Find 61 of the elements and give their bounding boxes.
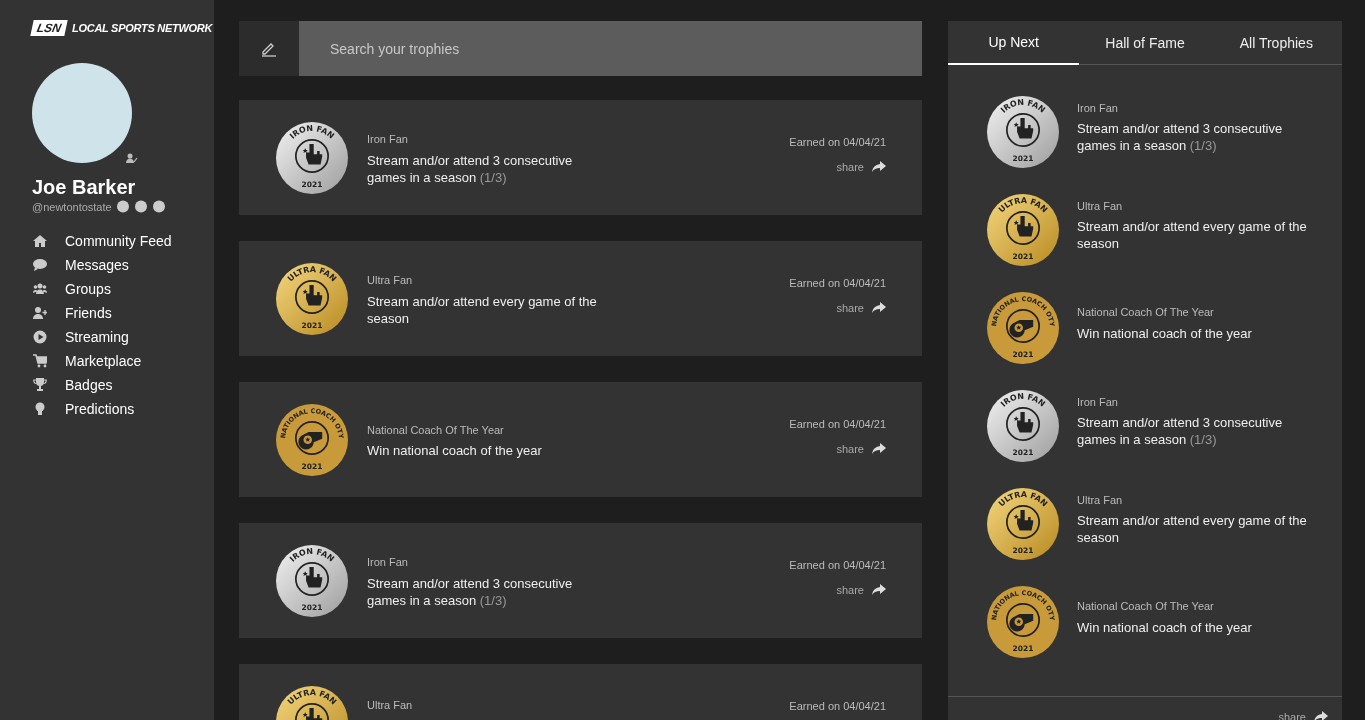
- share-icon[interactable]: [1314, 711, 1328, 720]
- play-icon: [32, 330, 47, 344]
- nav-item[interactable]: Messages: [32, 253, 214, 277]
- tab[interactable]: Up Next: [948, 21, 1080, 65]
- edit-button[interactable]: [239, 21, 299, 76]
- earned-date: Earned on 04/04/21: [789, 276, 886, 291]
- add-user-icon: [32, 306, 47, 320]
- status-dots-icon: [116, 200, 165, 214]
- home-icon: [32, 234, 47, 248]
- people-icon: [32, 282, 47, 296]
- trophy-title: Ultra Fan: [367, 698, 414, 713]
- trophy-description: Win national coach of the year: [1077, 324, 1253, 342]
- trophy-title: National Coach Of The Year: [367, 422, 505, 438]
- user-edit-icon: [126, 152, 138, 163]
- trophy-title: Ultra Fan: [367, 273, 414, 289]
- tab[interactable]: Hall of Fame: [1079, 21, 1211, 65]
- nav-item[interactable]: Badges: [32, 373, 214, 397]
- share-link[interactable]: share: [836, 299, 864, 316]
- profile-name: Joe Barker: [32, 174, 137, 199]
- trophy-title: Ultra Fan: [1077, 492, 1124, 508]
- trophy-description: Stream and/or attend 3 consecutive games in a season (1/3): [367, 574, 574, 609]
- share-link[interactable]: share: [836, 581, 864, 598]
- trophy-description: Stream and/or attend every game of the season: [1077, 218, 1307, 253]
- share-icon[interactable]: [872, 583, 886, 596]
- earned-date: Earned on 04/04/21: [789, 417, 886, 432]
- earned-date: Earned on 04/04/21: [789, 135, 886, 150]
- trophy-description: Stream and/or attend 3 consecutive games in a season (1/3): [1077, 120, 1284, 155]
- trophy-title: Iron Fan: [1077, 394, 1119, 410]
- nav-item[interactable]: Community Feed: [32, 229, 214, 253]
- trophy-title: Iron Fan: [367, 555, 409, 571]
- nav-item[interactable]: Predictions: [32, 397, 214, 421]
- share-icon[interactable]: [872, 160, 886, 173]
- share-icon[interactable]: [872, 301, 886, 314]
- trophy-title: Iron Fan: [1077, 100, 1119, 116]
- trophy-title: Iron Fan: [367, 132, 409, 148]
- trophy-title: National Coach Of The Year: [1077, 305, 1215, 321]
- nav-item[interactable]: Groups: [32, 277, 214, 301]
- logo-text: LOCAL SPORTS NETWORK: [72, 21, 213, 36]
- trophy-icon: [32, 378, 47, 392]
- trophy-description: Stream and/or attend every game of the season: [367, 292, 598, 327]
- share-icon[interactable]: [872, 442, 886, 455]
- nav-item[interactable]: Marketplace: [32, 349, 214, 373]
- tab[interactable]: All Trophies: [1210, 21, 1342, 65]
- nav-item[interactable]: Streaming: [32, 325, 214, 349]
- share-link[interactable]: share: [836, 158, 864, 175]
- trophy-title: National Coach Of The Year: [1077, 599, 1215, 615]
- trophy-title: Ultra Fan: [1077, 198, 1124, 214]
- logo-mark: LSN: [30, 20, 68, 37]
- chat-bubble-icon: [32, 258, 47, 272]
- nav-item[interactable]: Friends: [32, 301, 214, 325]
- earned-date: Earned on 04/04/21: [789, 558, 886, 573]
- trophy-description: Stream and/or attend every game of the season: [1077, 512, 1307, 547]
- search-field[interactable]: Search your trophies: [299, 21, 922, 76]
- earned-date: Earned on 04/04/21: [789, 699, 886, 714]
- trophy-description: Stream and/or attend 3 consecutive games in a season (1/3): [1077, 414, 1284, 449]
- trophy-description: Win national coach of the year: [1077, 618, 1253, 636]
- profile-handle: @newtontostate: [32, 199, 112, 215]
- cart-icon: [32, 354, 47, 368]
- share-link[interactable]: share: [836, 440, 864, 457]
- trophy-description: Stream and/or attend 3 consecutive games in a season (1/3): [367, 151, 574, 186]
- trophy-description: Win national coach of the year: [367, 442, 543, 460]
